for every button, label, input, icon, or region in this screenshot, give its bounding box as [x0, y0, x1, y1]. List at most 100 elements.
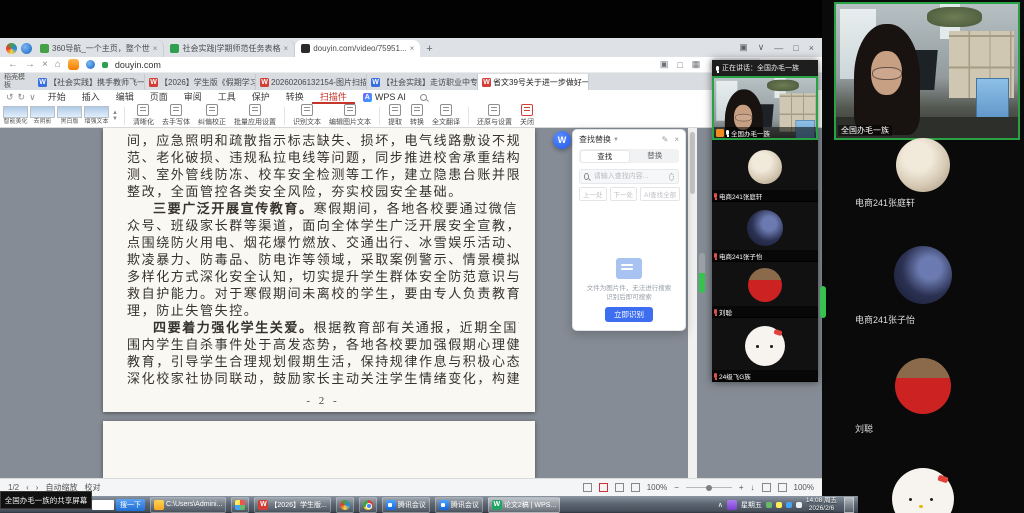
taskbar-app-chrome[interactable] [359, 497, 377, 513]
taskbar-app-meeting-2[interactable]: 腾讯会议 [435, 497, 483, 513]
batch-apply-button[interactable]: 批量应用设置 [230, 104, 280, 127]
show-desktop-button[interactable] [844, 497, 854, 513]
view-mode-icon-4[interactable] [631, 483, 640, 492]
scan-style-remove-shadow[interactable]: 去阴影 [30, 106, 55, 126]
edit-image-text-button[interactable]: 编辑图片文本 [325, 104, 375, 127]
view-mode-icon-3[interactable] [615, 483, 624, 492]
wps-ai-bubble[interactable]: W [553, 131, 571, 149]
tab-chevron-icon[interactable]: ∨ [758, 42, 765, 53]
wps-doc-tab-1[interactable]: W 【社会实践】携手教师飞一块花园 [34, 74, 145, 90]
wps-doc-tab-5-active[interactable]: W 省文39号关于进一步做好一... ▼ [478, 74, 589, 90]
search-command-icon[interactable] [420, 94, 427, 101]
browser-tab-1[interactable]: 360导航_一个主页，整个世 × [34, 40, 164, 57]
close-scan-button[interactable]: 关闭 [516, 104, 538, 127]
tray-app-icon[interactable] [727, 500, 737, 510]
find-prev-button[interactable]: 上一处 [579, 187, 607, 201]
participant-tile[interactable]: 电商241张庭轩 [712, 140, 818, 202]
browser-maximize-button[interactable]: □ [793, 43, 798, 53]
participant-tile[interactable]: 电商241张子怡 [712, 202, 818, 262]
home-icon[interactable]: ⌂ [55, 60, 61, 70]
participant-tile[interactable]: 24级飞G族 [712, 318, 818, 382]
fullscreen-icon[interactable] [778, 483, 787, 492]
panel-dropdown-icon[interactable]: ▼ [613, 137, 619, 143]
find-next-button[interactable]: 下一处 [610, 187, 638, 201]
document-page-2[interactable] [103, 421, 535, 478]
tab-replace[interactable]: 替换 [631, 149, 680, 163]
extensions-icon[interactable]: ▦ [692, 59, 701, 70]
scan-style-smart-beautify[interactable]: 智能美化 [3, 106, 28, 126]
taskbar-app-wps-active[interactable]: W 论文2稿 | WPS... [488, 497, 560, 513]
restore-settings-button[interactable]: 还原与设置 [473, 104, 516, 127]
taskbar-clock[interactable]: 14:08 周五 2026/2/6 [806, 497, 837, 513]
browser-tab-3-active[interactable]: douyin.com/video/75951... × [295, 40, 420, 57]
browser-minimize-button[interactable]: — [774, 43, 783, 53]
extract-button[interactable]: 提取 [384, 104, 406, 127]
taskbar-search-input[interactable] [92, 500, 114, 510]
tab-close-icon[interactable]: × [153, 44, 158, 53]
participant-tile-self[interactable]: 全国办毛一族 [712, 76, 818, 140]
active-speaker-video[interactable]: 全国办毛一族 [834, 2, 1020, 140]
document-canvas[interactable]: 间，应急照明和疏散指示标志缺失、损坏，电气线路敷设不规 范、老化破损、违规私拉电… [0, 128, 822, 478]
document-scrollbar[interactable] [688, 128, 697, 478]
tray-icon-yellow[interactable] [776, 502, 782, 508]
deskew-button[interactable]: 纠偏校正 [194, 104, 230, 127]
screenshot-icon[interactable]: ▣ [660, 59, 669, 70]
browser-close-button[interactable]: × [809, 43, 814, 53]
wps-doc-tab-3[interactable]: W 20260206132154-图片扫描件转文 [256, 74, 367, 90]
menu-edit[interactable]: 编辑 [108, 90, 142, 104]
download-icon[interactable]: ↓ [751, 483, 755, 492]
remove-handwriting-button[interactable]: 去手写体 [158, 104, 194, 127]
find-search-box[interactable] [579, 169, 679, 184]
scan-style-black-white[interactable]: 黑白版 [57, 106, 82, 126]
menu-insert[interactable]: 插入 [74, 90, 108, 104]
tray-expand-icon[interactable]: ∧ [718, 501, 723, 509]
find-input[interactable] [592, 172, 666, 181]
meeting-floating-panel[interactable]: 正在讲话：全国办毛一族 全国办毛一族 电商241张庭轩 [712, 60, 818, 382]
menu-page[interactable]: 页面 [142, 90, 176, 104]
favorites-icon[interactable] [68, 59, 79, 70]
search-options-icon[interactable] [669, 173, 674, 181]
tab-list-icon[interactable]: ▣ [739, 42, 748, 53]
view-mode-icon-2[interactable] [599, 483, 608, 492]
taskbar-app-360-browser[interactable] [336, 497, 354, 513]
taskbar-app-explorer[interactable]: C:\Users\Admini... [150, 497, 226, 513]
wps-doc-tab-2[interactable]: W 【2026】学生版《假期学习（水彩 [145, 74, 256, 90]
menu-review[interactable]: 审阅 [176, 90, 210, 104]
participant-tile[interactable]: 刘聪 [712, 262, 818, 318]
new-tab-button[interactable]: + [426, 43, 432, 55]
pin-panel-icon[interactable]: ✎ [662, 135, 669, 144]
zoom-value[interactable]: 100% [647, 483, 667, 492]
taskbar-search-button[interactable]: 搜一下 [116, 499, 145, 511]
menu-protect[interactable]: 保护 [244, 90, 278, 104]
taskbar-app-meeting-1[interactable]: 腾讯会议 [382, 497, 430, 513]
zoom-out-icon[interactable]: − [674, 483, 679, 492]
zoom-in-icon[interactable]: + [739, 483, 744, 492]
window-icon[interactable]: □ [677, 60, 682, 70]
docer-template-tab[interactable]: 稻壳模板 [0, 74, 34, 90]
gallery-scroll-buttons[interactable]: ▲▼ [112, 110, 118, 122]
forward-icon[interactable]: → [25, 60, 35, 70]
ai-find-all-button[interactable]: AI查找全部 [640, 187, 680, 201]
zoom-slider[interactable] [686, 487, 732, 488]
tray-icon-green[interactable] [766, 502, 772, 508]
back-icon[interactable]: ← [8, 60, 18, 70]
translate-button[interactable]: 全文翻译 [428, 104, 464, 127]
tray-icon-blue[interactable] [786, 502, 792, 508]
ocr-text-button[interactable]: 识别文本 [289, 104, 325, 127]
stop-icon[interactable]: × [42, 60, 48, 70]
scan-style-enhance-text[interactable]: 增强文本 [84, 106, 109, 126]
browser-profile-icon[interactable] [21, 43, 32, 54]
browser-logo-icon[interactable] [6, 43, 17, 54]
document-page-1[interactable]: 间，应急照明和疏散指示标志缺失、损坏，电气线路敷设不规 范、老化破损、违规私拉电… [103, 128, 535, 412]
view-mode-icon-1[interactable] [583, 483, 592, 492]
wps-ai-menu[interactable]: A WPS AI [355, 92, 414, 102]
wps-doc-tab-4[interactable]: W 【社会实践】走访职业中专和企业认 [367, 74, 478, 90]
undo-icon[interactable]: ↺ [6, 92, 14, 103]
menu-scan-active[interactable]: 扫描件 [312, 90, 355, 104]
convert-button[interactable]: 转换 [406, 104, 428, 127]
tab-find[interactable]: 查找 [581, 151, 630, 162]
tab-close-icon[interactable]: × [284, 44, 289, 53]
clarify-button[interactable]: 清晰化 [129, 104, 158, 127]
history-dropdown-icon[interactable]: ∨ [29, 92, 36, 103]
taskbar-app-grid[interactable] [231, 497, 249, 513]
